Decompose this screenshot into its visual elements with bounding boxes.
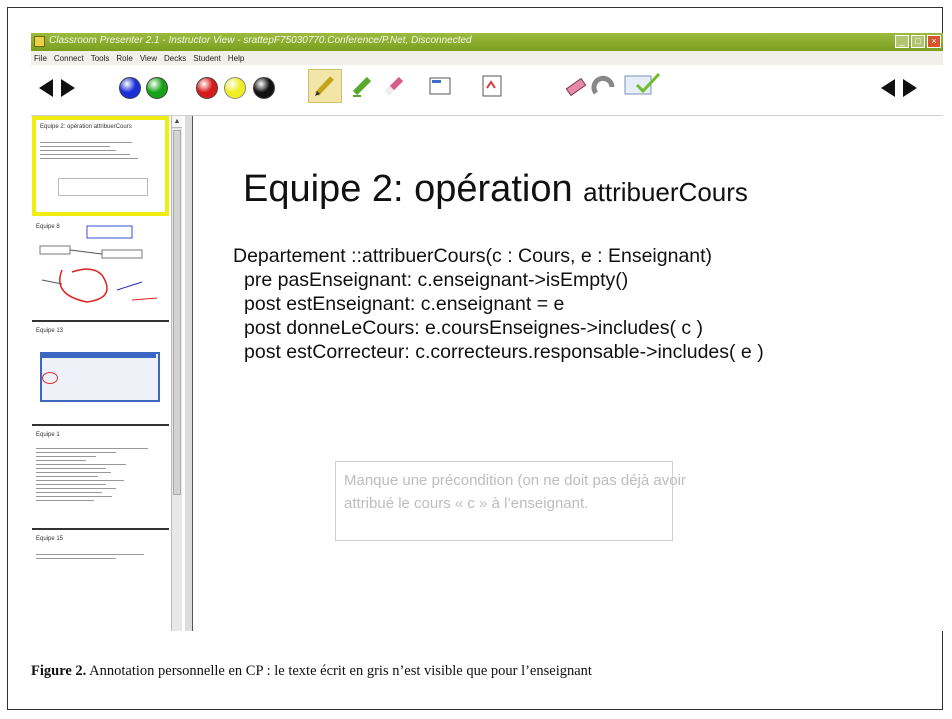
previous-deck-icon[interactable] xyxy=(881,79,895,97)
figure-caption-text: Annotation personnelle en CP : le texte … xyxy=(86,663,592,679)
slide-icon[interactable] xyxy=(427,73,453,99)
menu-file[interactable]: File xyxy=(34,54,47,63)
highlighter-icon[interactable] xyxy=(349,73,375,99)
figure-caption: Figure 2. Annotation personnelle en CP :… xyxy=(31,663,592,680)
menu-connect[interactable]: Connect xyxy=(54,54,84,63)
slide-title: Equipe 2: opération attribuerCours xyxy=(243,168,748,211)
previous-slide-icon[interactable] xyxy=(39,79,53,97)
figure-label: Figure 2. xyxy=(31,663,87,679)
eraser-icon[interactable] xyxy=(381,73,407,99)
classroom-presenter-window: Classroom Presenter 2.1 - Instructor Vie… xyxy=(31,33,943,631)
thumbnail-slide-1[interactable]: Equipe 2: opération attribuerCours xyxy=(32,116,169,216)
annotated-diagram-thumbnail xyxy=(39,225,158,303)
close-button[interactable]: × xyxy=(927,35,941,48)
blue-ink-button[interactable] xyxy=(119,77,141,99)
slide-line-postcondition-3: post estCorrecteur: c.correcteurs.respon… xyxy=(244,341,764,363)
thumbnail-title: Equipe 2: opération attribuerCours xyxy=(40,124,132,130)
annotation-text: Manque une précondition (on ne doit pas … xyxy=(344,469,686,515)
thumbnail-title: Equipe 15 xyxy=(36,536,64,542)
slide-line-precondition: pre pasEnseignant: c.enseignant->isEmpty… xyxy=(244,269,629,291)
slide-thumbnails-panel: Equipe 2: opération attribuerCours Equip… xyxy=(31,116,182,631)
scrollbar-thumb[interactable] xyxy=(173,130,181,495)
slide-body: Departement ::attribuerCours(c : Cours, … xyxy=(233,244,764,364)
green-ink-button[interactable] xyxy=(146,77,168,99)
thumbnail-title: Equipe 13 xyxy=(36,328,64,334)
yellow-ink-button[interactable] xyxy=(224,77,246,99)
scroll-up-icon[interactable]: ▲ xyxy=(172,116,182,128)
annotation-line-1: Manque une précondition (on ne doit pas … xyxy=(344,472,686,489)
clear-ink-icon[interactable] xyxy=(563,73,589,99)
menu-student[interactable]: Student xyxy=(193,54,221,63)
pen-icon[interactable] xyxy=(312,73,338,99)
menu-tools[interactable]: Tools xyxy=(91,54,110,63)
next-slide-icon[interactable] xyxy=(61,79,75,97)
app-icon xyxy=(34,36,45,47)
thumbnail-slide-3[interactable]: Equipe 13 xyxy=(32,324,169,426)
thumbnail-title: Equipe 1 xyxy=(36,432,60,438)
undo-icon[interactable] xyxy=(591,73,617,99)
red-ink-button[interactable] xyxy=(196,77,218,99)
panel-splitter[interactable] xyxy=(185,116,193,631)
slide-title-main: Equipe 2: opération xyxy=(243,168,584,210)
window-title: Classroom Presenter 2.1 - Instructor Vie… xyxy=(49,35,472,46)
minimize-button[interactable]: _ xyxy=(895,35,909,48)
thumbnail-slide-4[interactable]: Equipe 1 xyxy=(32,428,169,530)
menu-bar: File Connect Tools Role View Decks Stude… xyxy=(31,51,943,65)
submit-icon[interactable] xyxy=(623,71,663,97)
menu-role[interactable]: Role xyxy=(116,54,132,63)
slide-line-postcondition-2: post donneLeCours: e.coursEnseignes->inc… xyxy=(244,317,704,339)
slide-line-postcondition-1: post estEnseignant: c.enseignant = e xyxy=(244,293,565,315)
instructor-annotation-box[interactable]: Manque une précondition (on ne doit pas … xyxy=(335,461,686,541)
black-ink-button[interactable] xyxy=(253,77,275,99)
title-bar: Classroom Presenter 2.1 - Instructor Vie… xyxy=(31,33,943,51)
whiteboard-icon[interactable] xyxy=(479,73,505,99)
thumbnail-slide-5[interactable]: Equipe 15 xyxy=(32,532,169,631)
slide-line-signature: Departement ::attribuerCours(c : Cours, … xyxy=(233,245,713,267)
thumbnail-slide-2[interactable]: Equipe 8 xyxy=(32,220,169,322)
annotation-line-2: attribué le cours « c » à l’enseignant. xyxy=(344,495,589,512)
thumbnails-scrollbar[interactable]: ▲ xyxy=(171,116,182,631)
menu-help[interactable]: Help xyxy=(228,54,244,63)
slide-canvas[interactable]: Equipe 2: opération attribuerCours Depar… xyxy=(195,116,943,631)
menu-view[interactable]: View xyxy=(140,54,157,63)
next-deck-icon[interactable] xyxy=(903,79,917,97)
slide-title-operation: attribuerCours xyxy=(583,177,748,207)
maximize-button[interactable]: □ xyxy=(911,35,925,48)
menu-decks[interactable]: Decks xyxy=(164,54,186,63)
toolbar xyxy=(31,65,943,116)
